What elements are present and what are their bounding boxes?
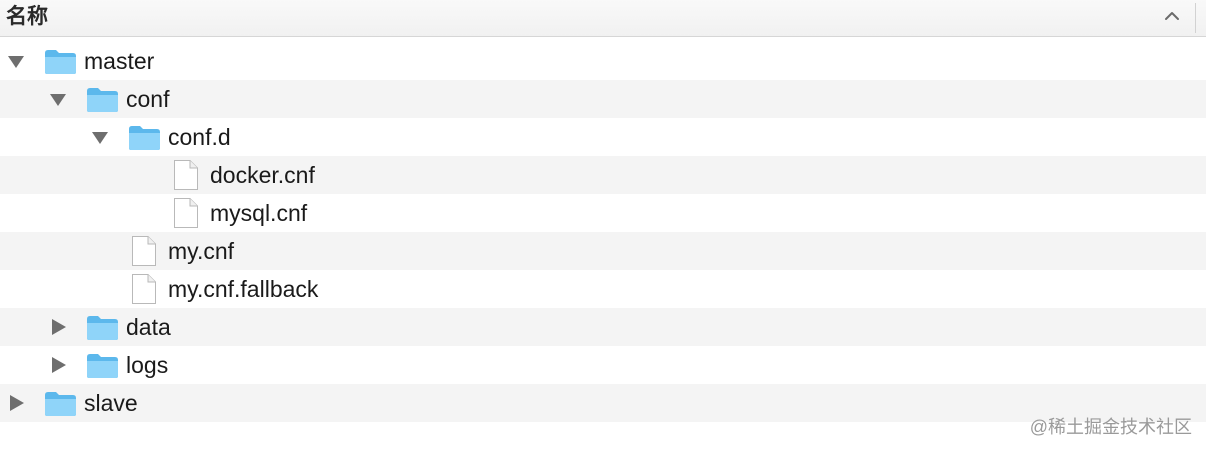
tree-item-label: slave bbox=[84, 390, 138, 416]
tree-item-label: master bbox=[84, 48, 155, 74]
column-header[interactable]: 名称 bbox=[0, 0, 1206, 37]
tree-row[interactable]: slave bbox=[0, 384, 1206, 422]
tree-row[interactable]: master bbox=[0, 42, 1206, 80]
watermark-text: @稀土掘金技术社区 bbox=[1029, 417, 1192, 437]
disclosure-triangle-collapsed-icon[interactable] bbox=[50, 319, 68, 335]
tree-row[interactable]: my.cnf bbox=[0, 232, 1206, 270]
column-title-name[interactable]: 名称 bbox=[6, 4, 48, 30]
tree-item-label: my.cnf bbox=[168, 238, 235, 264]
folder-icon bbox=[129, 126, 160, 150]
column-separator[interactable] bbox=[1195, 3, 1196, 33]
tree-row[interactable]: data bbox=[0, 308, 1206, 346]
folder-icon bbox=[87, 316, 118, 340]
tree-item-label: conf bbox=[126, 86, 170, 112]
chevron-up-icon[interactable] bbox=[1162, 6, 1182, 26]
tree-item-label: conf.d bbox=[168, 124, 231, 150]
file-tree: master conf conf.d docker.cnf mysql.cnf … bbox=[0, 42, 1206, 450]
tree-item-label: data bbox=[126, 314, 171, 340]
disclosure-triangle-expanded-icon[interactable] bbox=[91, 129, 109, 145]
empty-row bbox=[0, 422, 1206, 450]
tree-item-label: logs bbox=[126, 352, 169, 378]
folder-icon bbox=[87, 354, 118, 378]
disclosure-triangle-expanded-icon[interactable] bbox=[49, 91, 67, 107]
tree-item-label: mysql.cnf bbox=[210, 200, 308, 226]
tree-row[interactable]: conf.d bbox=[0, 118, 1206, 156]
folder-icon bbox=[45, 50, 76, 74]
document-icon bbox=[174, 160, 198, 190]
tree-row[interactable]: logs bbox=[0, 346, 1206, 384]
folder-icon bbox=[87, 88, 118, 112]
document-icon bbox=[132, 236, 156, 266]
disclosure-triangle-expanded-icon[interactable] bbox=[7, 53, 25, 69]
disclosure-triangle-collapsed-icon[interactable] bbox=[8, 395, 26, 411]
finder-window: 名称 master conf conf.d docker.cnf mysql.c bbox=[0, 0, 1206, 450]
folder-icon bbox=[45, 392, 76, 416]
document-icon bbox=[132, 274, 156, 304]
tree-row[interactable]: my.cnf.fallback bbox=[0, 270, 1206, 308]
tree-item-label: docker.cnf bbox=[210, 162, 315, 188]
tree-row[interactable]: conf bbox=[0, 80, 1206, 118]
disclosure-triangle-collapsed-icon[interactable] bbox=[50, 357, 68, 373]
tree-row[interactable]: docker.cnf bbox=[0, 156, 1206, 194]
tree-item-label: my.cnf.fallback bbox=[168, 276, 319, 302]
document-icon bbox=[174, 198, 198, 228]
tree-row[interactable]: mysql.cnf bbox=[0, 194, 1206, 232]
